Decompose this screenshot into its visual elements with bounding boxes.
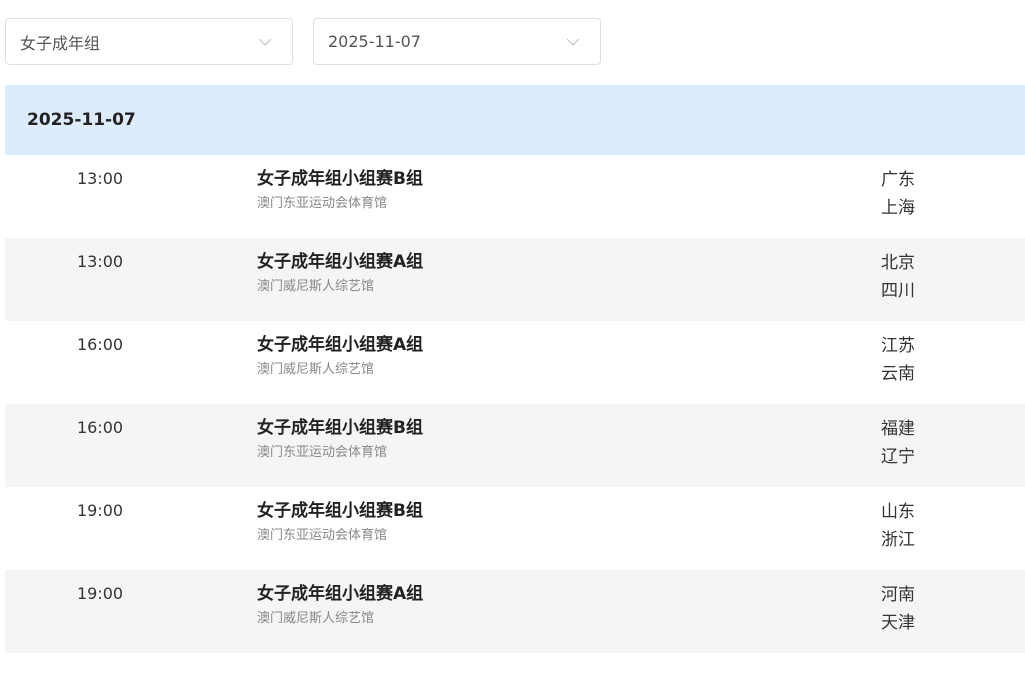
team-away: 四川 [881,281,915,301]
match-list: 13:00 女子成年组小组赛B组 澳门东亚运动会体育馆 广东 上海 13:00 女子成年组小… [5,155,1025,653]
match-title: 女子成年组小组赛B组 [257,501,423,521]
match-title: 女子成年组小组赛A组 [257,252,424,272]
match-venue: 澳门威尼斯人综艺馆 [257,611,375,626]
match-title: 女子成年组小组赛A组 [257,335,424,355]
match-time: 19:00 [77,501,124,520]
date-select-value: 2025-11-07 [328,32,421,51]
match-row[interactable]: 16:00 女子成年组小组赛A组澳门威尼斯人综艺馆 江苏云南 [5,321,1025,404]
match-event: 女子成年组小组赛A组澳门威尼斯人综艺馆 [257,334,423,378]
match-title: 女子成年组小组赛A组 [257,584,424,604]
team-away: 浙江 [881,530,915,550]
team-home: 福建 [881,419,915,439]
match-event: 女子成年组小组赛B组澳门东亚运动会体育馆 [257,417,423,461]
match-venue: 澳门威尼斯人综艺馆 [257,362,375,377]
match-time: 16:00 [77,335,124,354]
match-event: 女子成年组小组赛A组澳门威尼斯人综艺馆 [257,251,423,295]
match-event: 女子成年组小组赛B组澳门东亚运动会体育馆 [257,168,423,212]
match-teams: 福建 辽宁 [881,415,915,471]
date-header: 2025-11-07 [5,85,1025,155]
team-home: 江苏 [881,336,915,356]
team-away: 云南 [881,364,915,384]
match-time: 13:00 [77,169,124,188]
group-select[interactable]: 女子成年组 [5,18,293,65]
chevron-down-icon [258,37,272,47]
match-row[interactable]: 16:00 女子成年组小组赛B组澳门东亚运动会体育馆 福建辽宁 [5,404,1025,487]
match-teams: 山东 浙江 [881,498,915,554]
match-time: 19:00 [77,584,124,603]
date-select[interactable]: 2025-11-07 [313,18,601,65]
match-teams: 河南 天津 [881,581,915,637]
date-header-label: 2025-11-07 [27,110,136,130]
schedule-table: 2025-11-07 13:00 女子成年组小组赛B组 澳门东亚运动会体育馆 广东 上海… [5,85,1025,653]
match-event: 女子成年组小组赛B组澳门东亚运动会体育馆 [257,500,423,544]
match-teams: 广东 上海 [881,166,915,222]
match-teams: 北京 四川 [881,249,915,305]
match-row[interactable]: 13:00 女子成年组小组赛A组澳门威尼斯人综艺馆 北京四川 [5,238,1025,321]
filter-bar: 女子成年组 2025-11-07 [5,18,601,65]
team-home: 广东 [881,170,915,190]
match-row[interactable]: 13:00 女子成年组小组赛B组澳门东亚运动会体育馆 广东上海 [5,155,1025,238]
match-title: 女子成年组小组赛B组 [257,418,423,438]
chevron-down-icon [566,37,580,47]
match-event: 女子成年组小组赛A组澳门威尼斯人综艺馆 [257,583,423,627]
team-home: 河南 [881,585,915,605]
team-away: 上海 [881,198,915,218]
match-time: 16:00 [77,418,124,437]
group-select-value: 女子成年组 [20,33,101,53]
match-title: 女子成年组小组赛B组 [257,169,423,189]
team-home: 北京 [881,253,915,273]
match-venue: 澳门东亚运动会体育馆 [257,445,388,460]
match-venue: 澳门威尼斯人综艺馆 [257,279,375,294]
match-row[interactable]: 19:00 女子成年组小组赛A组澳门威尼斯人综艺馆 河南天津 [5,570,1025,653]
match-venue: 澳门东亚运动会体育馆 [257,196,388,211]
team-away: 辽宁 [881,447,915,467]
team-home: 山东 [881,502,915,522]
match-time: 13:00 [77,252,124,271]
match-teams: 江苏 云南 [881,332,915,388]
match-venue: 澳门东亚运动会体育馆 [257,528,388,543]
match-row[interactable]: 19:00 女子成年组小组赛B组澳门东亚运动会体育馆 山东浙江 [5,487,1025,570]
team-away: 天津 [881,613,915,633]
